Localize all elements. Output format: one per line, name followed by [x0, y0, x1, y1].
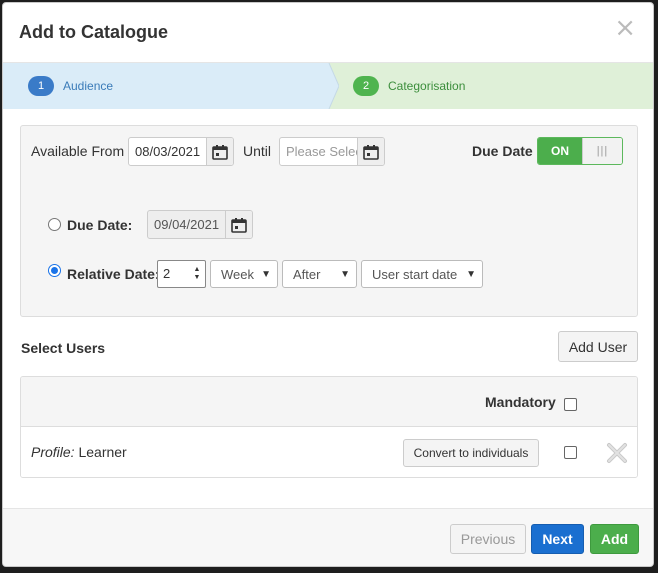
direction-selected-value: After — [293, 266, 321, 282]
add-button[interactable]: Add — [590, 524, 639, 554]
step-number: 2 — [353, 76, 379, 96]
until-datepicker[interactable]: Please Select — [279, 137, 385, 166]
step-label: Categorisation — [388, 79, 466, 93]
spin-buttons[interactable]: ▲ ▼ — [189, 261, 205, 287]
relative-amount-value[interactable]: 2 — [158, 261, 189, 287]
available-from-value[interactable]: 08/03/2021 — [129, 138, 206, 165]
step-label: Audience — [63, 79, 114, 93]
profile-cell: Profile: Learner — [31, 444, 127, 460]
select-users-title: Select Users — [21, 340, 106, 356]
modal-footer: Previous Next Add — [3, 508, 653, 566]
modal-title: Add to Catalogue — [19, 22, 168, 42]
step-divider-chevron — [323, 63, 339, 109]
wizard-step-categorisation[interactable]: 2 Categorisation — [329, 63, 653, 109]
step-number: 1 — [28, 76, 54, 96]
due-date-toggle-label: Due Date — [472, 143, 533, 159]
wizard-step-audience[interactable]: 1 Audience — [3, 63, 329, 109]
anchor-selected-value: User start date — [372, 266, 458, 282]
wizard-steps: 2 Categorisation 1 Audience — [3, 63, 653, 109]
availability-panel: Available From 08/03/2021 Until Please S… — [20, 125, 638, 317]
add-to-catalogue-modal: Add to Catalogue × 2 Categorisation 1 Au… — [2, 2, 654, 567]
spin-down-icon[interactable]: ▼ — [194, 274, 201, 282]
due-date-datepicker[interactable]: 09/04/2021 — [147, 210, 253, 239]
due-date-option-label: Due Date: — [67, 217, 133, 233]
available-from-label: Available From — [31, 143, 125, 159]
caret-down-icon: ▼ — [261, 268, 271, 280]
modal-header: Add to Catalogue × — [3, 3, 653, 63]
calendar-icon[interactable] — [357, 138, 384, 165]
mandatory-all-checkbox[interactable] — [564, 398, 577, 411]
remove-icon[interactable] — [606, 442, 628, 464]
toggle-handle[interactable]: ||| — [582, 138, 622, 164]
mandatory-row-checkbox[interactable] — [564, 446, 577, 459]
users-table-header: Mandatory — [21, 377, 637, 427]
table-row: Profile: Learner Convert to individuals — [21, 427, 637, 477]
users-table: Mandatory Profile: Learner Convert to in… — [20, 376, 638, 478]
due-date-toggle[interactable]: ON ||| — [537, 137, 623, 165]
relative-date-option-label: Relative Date: — [67, 266, 160, 282]
close-icon[interactable]: × — [614, 15, 636, 41]
until-label: Until — [243, 143, 272, 159]
calendar-icon[interactable] — [225, 211, 252, 238]
due-date-value[interactable]: 09/04/2021 — [148, 211, 225, 238]
previous-button[interactable]: Previous — [450, 524, 526, 554]
relative-anchor-select[interactable]: User start date ▼ — [361, 260, 483, 288]
relative-direction-select[interactable]: After ▼ — [282, 260, 357, 288]
available-from-datepicker[interactable]: 08/03/2021 — [128, 137, 234, 166]
unit-selected-value: Week — [221, 266, 254, 282]
due-date-radio[interactable] — [48, 218, 61, 231]
caret-down-icon: ▼ — [340, 268, 350, 280]
until-placeholder[interactable]: Please Select — [280, 138, 357, 165]
calendar-icon[interactable] — [206, 138, 233, 165]
relative-amount-stepper[interactable]: 2 ▲ ▼ — [157, 260, 206, 288]
mandatory-column-header: Mandatory — [485, 394, 556, 410]
add-user-button[interactable]: Add User — [558, 331, 638, 362]
convert-to-individuals-button[interactable]: Convert to individuals — [403, 439, 539, 467]
caret-down-icon: ▼ — [466, 268, 476, 280]
spin-up-icon[interactable]: ▲ — [194, 266, 201, 274]
relative-date-radio[interactable] — [48, 264, 61, 277]
profile-name: Learner — [78, 444, 127, 460]
relative-unit-select[interactable]: Week ▼ — [210, 260, 278, 288]
next-button[interactable]: Next — [531, 524, 584, 554]
toggle-on-label[interactable]: ON — [538, 138, 582, 164]
profile-prefix: Profile: — [31, 444, 75, 460]
